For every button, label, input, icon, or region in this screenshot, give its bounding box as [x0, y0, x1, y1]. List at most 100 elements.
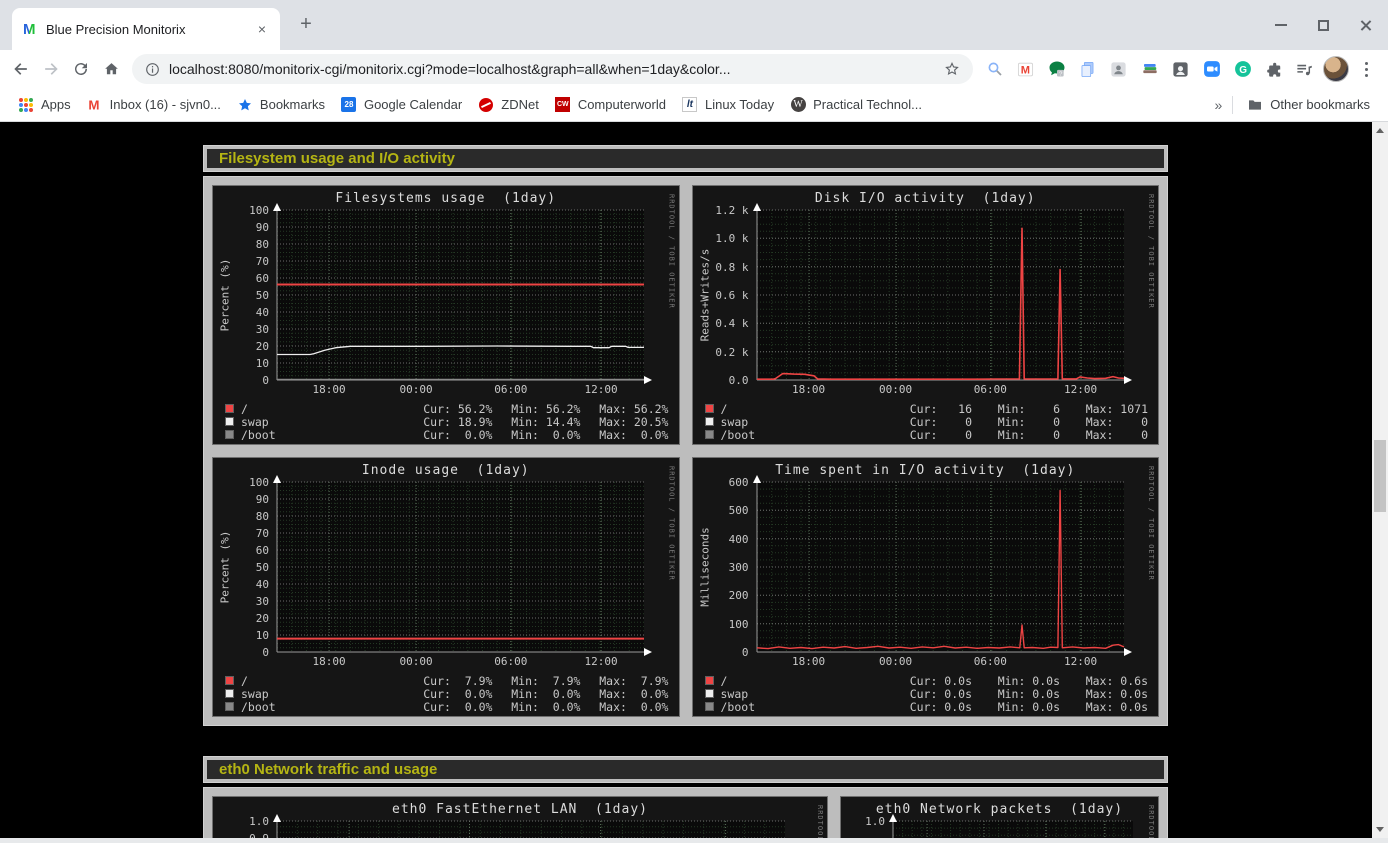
- y-tick-label: 0: [693, 646, 749, 659]
- home-icon: [102, 60, 121, 79]
- y-tick-label: 300: [693, 561, 749, 574]
- gmail-extension-icon[interactable]: M: [1010, 54, 1041, 84]
- y-tick-label: 100: [213, 476, 269, 489]
- legend-min: Min: 0: [972, 415, 1060, 429]
- legend-max: Max: 0.0s: [1060, 700, 1148, 714]
- y-tick-label: 0.6 k: [693, 289, 749, 302]
- legend-label: /: [241, 674, 405, 688]
- legend-cur: Cur: 16: [884, 402, 972, 416]
- filesystem-charts-container: Filesystems usage (1day)Percent (%)RRDTO…: [203, 176, 1168, 726]
- scrollbar-up-arrow-icon[interactable]: [1376, 128, 1384, 133]
- extensions-puzzle-icon[interactable]: [1258, 54, 1289, 84]
- calendar-icon: 28: [341, 97, 357, 113]
- close-window-button[interactable]: [1352, 12, 1378, 38]
- chart-eth0-lan[interactable]: eth0 FastEthernet LAN (1day)RRDTOOL / TO…: [212, 796, 828, 838]
- svg-text:G: G: [1239, 65, 1247, 76]
- bookmark-zdnet[interactable]: ZDNet: [470, 94, 547, 116]
- bookmark-linux-today[interactable]: lt Linux Today: [674, 94, 782, 116]
- profile-avatar[interactable]: [1320, 54, 1351, 84]
- minimize-icon: [1275, 24, 1287, 26]
- bookmark-google-calendar[interactable]: 28 Google Calendar: [333, 94, 470, 116]
- y-tick-label: 90: [213, 221, 269, 234]
- browser-toolbar: localhost:8080/monitorix-cgi/monitorix.c…: [0, 50, 1388, 88]
- x-tick-label: 12:00: [1057, 655, 1105, 668]
- omnibox[interactable]: localhost:8080/monitorix-cgi/monitorix.c…: [132, 54, 973, 84]
- bookmark-label: Bookmarks: [260, 97, 325, 112]
- chart-title: Disk I/O activity (1day): [693, 191, 1159, 206]
- bookmark-label: Linux Today: [705, 97, 774, 112]
- legend-row: /bootCur: 0.0sMin: 0.0sMax: 0.0s: [705, 700, 1149, 713]
- chart-time-spent-io[interactable]: Time spent in I/O activity (1day)Millise…: [692, 457, 1160, 717]
- bookmark-inbox[interactable]: M Inbox (16) - sjvn0...: [79, 94, 229, 116]
- person-extension-icon[interactable]: [1103, 54, 1134, 84]
- menu-dots-icon[interactable]: [1351, 54, 1382, 84]
- bookmark-apps[interactable]: Apps: [10, 94, 79, 116]
- browser-tab[interactable]: M Blue Precision Monitorix ×: [12, 8, 280, 50]
- x-tick-label: 06:00: [966, 655, 1014, 668]
- bookmark-computerworld[interactable]: CW Computerworld: [547, 94, 674, 116]
- bookmark-practical-technology[interactable]: W Practical Technol...: [782, 94, 930, 116]
- x-tick-label: 06:00: [487, 655, 535, 668]
- y-tick-label: 0.0: [693, 374, 749, 387]
- playlist-extension-icon[interactable]: [1289, 54, 1320, 84]
- maximize-button[interactable]: [1310, 12, 1336, 38]
- help-chat-extension-icon[interactable]: ?: [1041, 54, 1072, 84]
- chart-inode-usage[interactable]: Inode usage (1day)Percent (%)RRDTOOL / T…: [212, 457, 680, 717]
- y-tick-label: 1.2 k: [693, 204, 749, 217]
- legend-min: Min: 0.0%: [493, 687, 581, 701]
- legend-label: swap: [241, 415, 405, 429]
- search-extension-icon[interactable]: [979, 54, 1010, 84]
- legend-swatch: [225, 689, 234, 698]
- books-extension-icon[interactable]: [1134, 54, 1165, 84]
- linux-today-icon: lt: [682, 97, 698, 113]
- x-tick-label: 18:00: [785, 383, 833, 396]
- new-tab-button[interactable]: +: [294, 13, 318, 36]
- scrollbar-thumb[interactable]: [1374, 440, 1386, 512]
- chart-disk-io-activity[interactable]: Disk I/O activity (1day)Reads+Writes/sRR…: [692, 185, 1160, 445]
- legend-swatch: [225, 417, 234, 426]
- chart-plot: [757, 482, 1124, 652]
- zoom-extension-icon[interactable]: [1196, 54, 1227, 84]
- forward-button[interactable]: [36, 54, 66, 84]
- x-tick-label: 06:00: [966, 383, 1014, 396]
- x-tick-label: 12:00: [1057, 383, 1105, 396]
- legend-swatch: [225, 430, 234, 439]
- other-bookmarks-label: Other bookmarks: [1270, 97, 1370, 112]
- legend-cur: Cur: 0.0s: [884, 674, 972, 688]
- chart-legend: /Cur: 56.2%Min: 56.2%Max: 56.2%swapCur: …: [225, 402, 669, 441]
- chart-eth0-packets[interactable]: eth0 Network packets (1day)s/sRRDTOOL / …: [840, 796, 1159, 838]
- back-button[interactable]: [6, 54, 36, 84]
- other-bookmarks-button[interactable]: Other bookmarks: [1239, 94, 1378, 116]
- bookmark-star-icon[interactable]: [943, 60, 961, 78]
- grammarly-extension-icon[interactable]: G: [1227, 54, 1258, 84]
- tab-close-icon[interactable]: ×: [254, 21, 270, 37]
- legend-label: /boot: [241, 428, 405, 442]
- privacy-mask-extension-icon[interactable]: [1165, 54, 1196, 84]
- x-tick-label: 12:00: [577, 383, 625, 396]
- forward-icon: [41, 59, 61, 79]
- y-tick-label: 400: [693, 533, 749, 546]
- bookmark-label: Practical Technol...: [813, 97, 922, 112]
- y-tick-label: 50: [213, 561, 269, 574]
- scrollbar-down-arrow-icon[interactable]: [1376, 827, 1384, 832]
- home-button[interactable]: [96, 54, 126, 84]
- reload-button[interactable]: [66, 54, 96, 84]
- vertical-scrollbar[interactable]: [1372, 122, 1388, 838]
- legend-min: Min: 0.0%: [493, 700, 581, 714]
- chart-plot: [757, 210, 1124, 380]
- bookmarks-overflow-chevron[interactable]: »: [1211, 97, 1227, 113]
- chart-filesystems-usage[interactable]: Filesystems usage (1day)Percent (%)RRDTO…: [212, 185, 680, 445]
- chart-title: eth0 Network packets (1day): [841, 802, 1158, 817]
- bookmark-bookmarks[interactable]: Bookmarks: [229, 94, 333, 116]
- copy-pages-extension-icon[interactable]: [1072, 54, 1103, 84]
- y-tick-label: 200: [693, 589, 749, 602]
- legend-max: Max: 0.0%: [581, 428, 669, 442]
- legend-row: /Cur: 7.9%Min: 7.9%Max: 7.9%: [225, 674, 669, 687]
- legend-cur: Cur: 0.0%: [405, 687, 493, 701]
- minimize-button[interactable]: [1268, 12, 1294, 38]
- site-info-icon[interactable]: [144, 61, 161, 78]
- legend-row: /Cur: 0.0sMin: 0.0sMax: 0.6s: [705, 674, 1149, 687]
- legend-max: Max: 20.5%: [581, 415, 669, 429]
- y-tick-label: 1.0 k: [693, 232, 749, 245]
- legend-row: swapCur: 18.9%Min: 14.4%Max: 20.5%: [225, 415, 669, 428]
